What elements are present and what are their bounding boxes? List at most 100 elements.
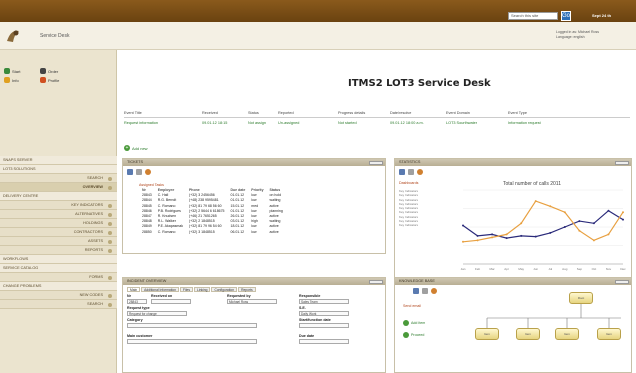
refresh-icon[interactable] <box>145 169 151 175</box>
sidebar-item[interactable]: LOT3 SOLUTIONS <box>0 165 117 174</box>
due-date-label: Due date <box>299 334 315 338</box>
header: Service Desk Logged in as: Michael Ross … <box>0 22 636 50</box>
requested-by-field[interactable]: Michael Ross <box>227 299 277 304</box>
print-icon[interactable] <box>408 169 414 175</box>
sidebar-item[interactable]: SNAPS SERVER <box>0 156 117 165</box>
sidebar-item[interactable]: SEARCH <box>0 174 117 183</box>
data-point <box>491 236 494 239</box>
kb-node[interactable]: Item <box>475 328 499 340</box>
table-cell: (+32) 81 79 96 54 60 <box>188 224 222 229</box>
tab[interactable]: Configuration <box>211 287 238 292</box>
table-cell: low <box>251 229 257 234</box>
bullet-icon <box>108 186 112 190</box>
language-setting[interactable]: Language: english <box>556 35 599 40</box>
kb-node[interactable]: Item <box>597 328 621 340</box>
event-column-header: Event Type <box>508 111 527 115</box>
chart-icon[interactable] <box>399 169 405 175</box>
tab[interactable]: Linking <box>194 287 211 292</box>
kb-node[interactable]: Item <box>516 328 540 340</box>
tab[interactable]: Reports <box>238 287 256 292</box>
main-customer-field[interactable] <box>127 339 257 344</box>
received-on-field[interactable] <box>151 299 191 304</box>
x-tick-label: Jun <box>533 267 538 271</box>
due-date-field[interactable] <box>299 339 349 344</box>
quick-start[interactable]: Start <box>4 68 20 74</box>
event-header-row: Event Title Received Status Reported Progres… <box>124 108 630 118</box>
add-new-button[interactable]: + Add new <box>124 145 148 151</box>
quick-profile[interactable]: Profile <box>40 77 59 83</box>
event-cell: 09.01.12 18:00 a.m. <box>390 121 424 125</box>
event-column-header: Status <box>248 111 259 115</box>
received-on-label: Received on <box>151 294 173 298</box>
start-date-field[interactable] <box>299 323 349 328</box>
page-title: ITMS2 LOT3 Service Desk <box>348 78 491 89</box>
sidebar-item[interactable]: ALTERNATIVES <box>0 210 117 219</box>
bullet-icon <box>108 213 112 217</box>
bullet-icon <box>108 303 112 307</box>
tab[interactable]: Main <box>127 287 141 292</box>
incident-panel-header[interactable]: INCIDENT OVERVIEW <box>123 278 385 285</box>
event-value-row[interactable]: Request information 09.01.12 18:15 Not ass… <box>124 118 630 128</box>
sidebar-item[interactable]: DELIVERY CENTRE <box>0 192 117 201</box>
chart-title: Total number of calls 2011 <box>503 181 561 187</box>
sidebar-item[interactable]: REPORTS <box>0 246 117 255</box>
sidebar-item[interactable]: WORKFLOWS <box>0 255 117 264</box>
bullet-icon <box>108 231 112 235</box>
print-icon[interactable] <box>136 169 142 175</box>
nr-field[interactable]: 28843 <box>127 299 147 304</box>
add-icon: + <box>124 145 130 151</box>
refresh-icon[interactable] <box>417 169 423 175</box>
tab[interactable]: Additional Information <box>141 287 180 292</box>
sidebar-item[interactable]: ASSETS <box>0 237 117 246</box>
category-label: Category <box>127 318 143 322</box>
sidebar-item[interactable]: NEW CODES <box>0 291 117 300</box>
data-point <box>563 226 566 228</box>
data-point <box>534 235 537 238</box>
search-input[interactable]: Search this site <box>508 12 558 20</box>
event-column-header: Event Title <box>124 111 142 115</box>
se-select[interactable]: Daily Work <box>299 311 349 316</box>
calls-line-chart: Total number of calls 2011 Jan Feb Mar Apr Ma… <box>461 181 627 271</box>
responsible-select[interactable]: Sales Team <box>299 299 349 304</box>
quick-info[interactable]: Info <box>4 77 19 83</box>
sidebar-item[interactable]: HOLDINGS <box>0 219 117 228</box>
category-select[interactable] <box>127 323 257 328</box>
tickets-panel-header[interactable]: TICKETS <box>123 159 385 166</box>
panel-controls-icon[interactable] <box>369 279 383 284</box>
sidebar-item[interactable]: FORMS <box>0 273 117 282</box>
kb-node[interactable]: Root <box>569 292 593 304</box>
table-row[interactable]: 28850 C. Romano (+32) 3 1848515 06.01.12 low… <box>139 230 286 235</box>
bullet-icon <box>108 294 112 298</box>
search-button[interactable]: Go <box>561 11 571 21</box>
se-label: S.E. <box>299 306 306 310</box>
quick-order[interactable]: Order <box>40 68 58 74</box>
bullet-icon <box>108 276 112 280</box>
table-cell: 06.01.12 <box>230 229 245 234</box>
sidebar-item[interactable]: CHANGE PROBLEMS <box>0 282 117 291</box>
knowledge-panel: KNOWLEDGE BASE Send email Add item Proce… <box>394 277 632 373</box>
kb-node[interactable]: Item <box>555 328 579 340</box>
x-tick-label: Apr <box>504 267 509 271</box>
table-cell: P.E. Akapasmak <box>157 224 183 229</box>
tickets-toolbar <box>123 166 385 178</box>
event-column-header: Event Domain <box>446 111 470 115</box>
tickets-panel: TICKETS Assigned Tasks Nr Employee Phone Du… <box>122 158 386 254</box>
data-point <box>563 211 566 214</box>
panel-controls-icon[interactable] <box>369 160 383 165</box>
sidebar-item[interactable]: SERVICE CATALOG <box>0 264 117 273</box>
top-bar: Search this site Go Sept 24 th <box>0 0 636 22</box>
event-column-header: Received <box>202 111 218 115</box>
panel-controls-icon[interactable] <box>615 160 629 165</box>
sidebar-item[interactable]: KEY INDICATORS <box>0 201 117 210</box>
nr-label: Nr <box>127 294 131 298</box>
statistics-panel-header[interactable]: STATISTICS <box>395 159 631 166</box>
bullet-icon <box>108 240 112 244</box>
sidebar-item[interactable]: SEARCH <box>0 300 117 309</box>
request-type-select[interactable]: Request for change <box>127 311 187 316</box>
sidebar-item[interactable]: OVERVIEW <box>0 183 117 192</box>
x-tick-label: Dec <box>620 267 626 271</box>
new-ticket-icon[interactable] <box>127 169 133 175</box>
tab[interactable]: Files <box>180 287 194 292</box>
sidebar-item[interactable]: CONTRACTORS <box>0 228 117 237</box>
start-date-label: Start/function date <box>299 318 331 322</box>
